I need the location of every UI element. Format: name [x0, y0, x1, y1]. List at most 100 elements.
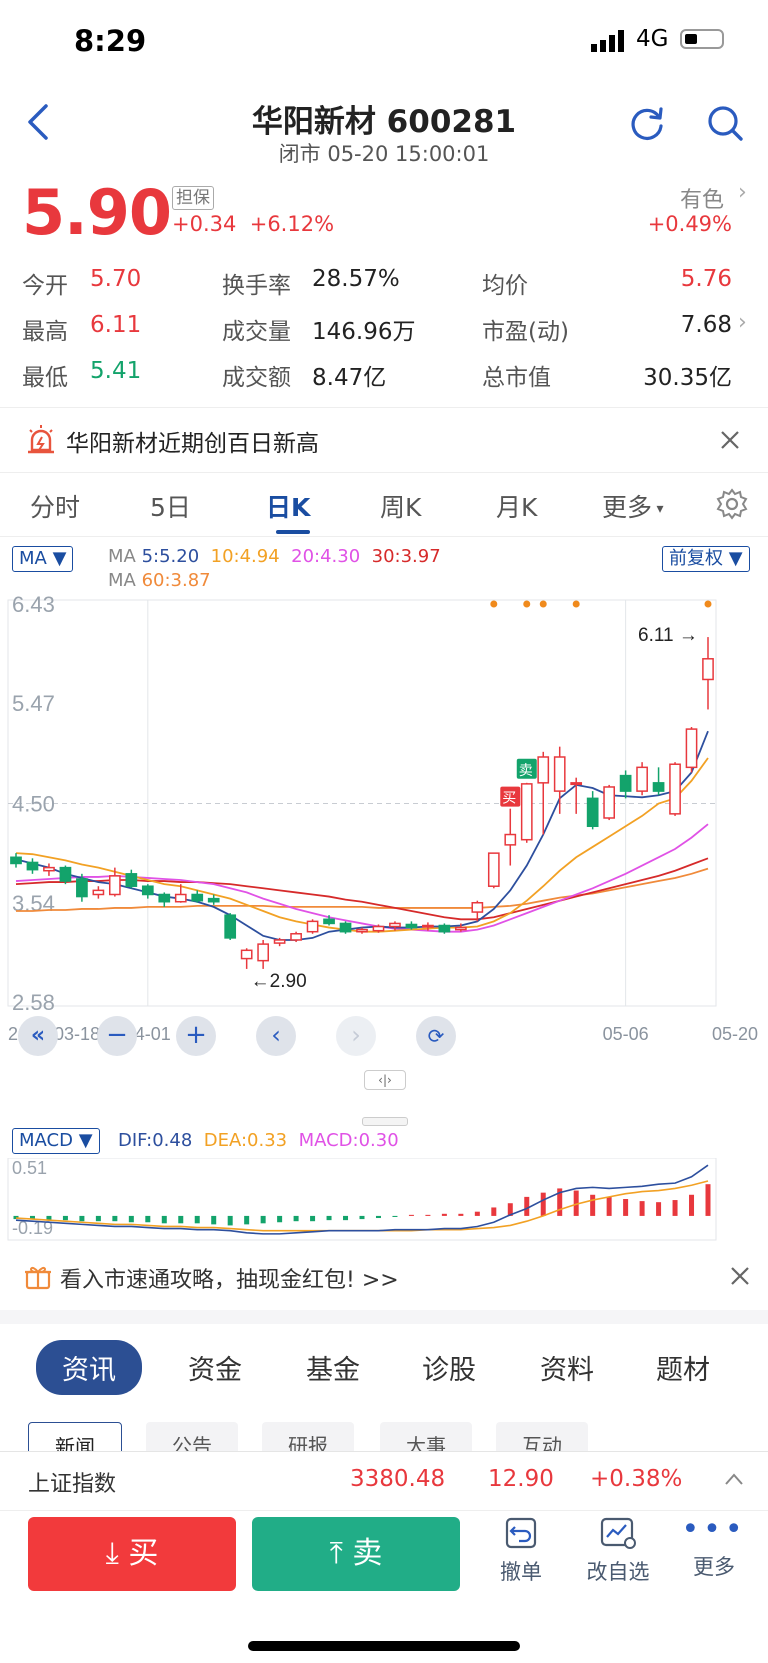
chevron-right-icon[interactable]: › [738, 180, 747, 205]
high-price-label: 6.11 → [638, 625, 698, 646]
ma10-line [15, 757, 709, 933]
tab-diagnose[interactable]: 诊股 [422, 1348, 476, 1387]
macd-bar [95, 1215, 101, 1222]
signal-text: 卖 [519, 763, 533, 779]
macd-bar [425, 1214, 431, 1216]
candle-body [405, 923, 418, 929]
candle-body [59, 866, 72, 882]
sector-link[interactable]: 有色 [680, 182, 724, 214]
caret-down-icon: ▼ [52, 548, 67, 569]
cancel-order-label: 撤单 [500, 1560, 542, 1584]
tab-funds-flow[interactable]: 资金 [188, 1348, 242, 1387]
promo-bar[interactable]: 看入市速通攻略，抽现金红包! >> [0, 1244, 768, 1308]
close-icon[interactable] [720, 430, 740, 450]
buy-button[interactable]: ⤓ 买 [28, 1517, 236, 1591]
stat-label: 最高 [22, 319, 68, 345]
action-bar: ⤓ 买 ⤒ 卖 撤单 改自选 ••• 更多 [0, 1510, 768, 1611]
more-button[interactable]: ••• 更多 [674, 1515, 754, 1581]
candle-body [669, 763, 681, 815]
stat-value: 7.68 [680, 312, 732, 338]
close-icon[interactable] [730, 1266, 750, 1286]
event-dot [572, 600, 580, 608]
candle-body [323, 918, 335, 925]
stat-value: 5.76 [680, 266, 732, 292]
section-divider [0, 1310, 768, 1324]
macd-bar [458, 1213, 464, 1216]
candle-body [174, 893, 187, 903]
candle-body [207, 897, 220, 903]
tab-fund[interactable]: 基金 [306, 1348, 360, 1387]
zoom-out-icon[interactable]: − [97, 1016, 137, 1056]
tab-theme[interactable]: 题材 [656, 1348, 710, 1387]
tab-intraday[interactable]: 分时 [30, 488, 80, 524]
macd-selector-label: MACD [19, 1130, 73, 1151]
sell-icon: ⤒ [329, 1536, 343, 1571]
tab-news-info[interactable]: 资讯 [36, 1340, 142, 1395]
rotate-icon[interactable]: ⟳ [416, 1016, 456, 1056]
caret-down-icon: ▼ [728, 548, 743, 569]
sell-button[interactable]: ⤒ 卖 [252, 1517, 460, 1591]
macd-bar [145, 1215, 151, 1223]
candle-body [339, 922, 352, 933]
candle-body [652, 782, 665, 792]
edit-watchlist-button[interactable]: 改自选 [578, 1515, 658, 1586]
notice-bar[interactable]: 华阳新材近期创百日新高 [0, 407, 768, 473]
candle-body [224, 914, 237, 939]
kline-tabs: 分时 5日 日K 周K 月K 更多 ▾ [0, 472, 768, 537]
y-tick-label: 5.47 [12, 691, 55, 716]
tab-profile[interactable]: 资料 [540, 1348, 594, 1387]
sector-percent: +0.49% [647, 212, 732, 236]
rewind-icon[interactable]: « [18, 1016, 58, 1056]
ma-prefix: MA [108, 546, 136, 567]
buy-signal: 买 [500, 786, 521, 807]
candle-body [471, 902, 484, 913]
zoom-in-icon[interactable]: + [176, 1016, 216, 1056]
stat-label: 换手率 [222, 273, 291, 299]
ma-selector-label: MA [19, 548, 47, 569]
cancel-order-button[interactable]: 撤单 [481, 1515, 561, 1586]
tab-more[interactable]: 更多 ▾ [602, 488, 664, 524]
macd-bar [293, 1215, 299, 1222]
ma5-value: 5:5.20 [141, 546, 200, 567]
tab-monthly-k[interactable]: 月K [496, 488, 537, 524]
macd-y-label: 0.51 [12, 1158, 47, 1178]
stat-value: 8.47亿 [312, 365, 387, 391]
candle-body [685, 728, 698, 769]
macd-bar [128, 1215, 134, 1223]
stat-label: 总市值 [482, 365, 551, 391]
stat-label: 均价 [482, 273, 528, 299]
y-tick-label: 4.50 [12, 792, 55, 817]
caret-down-icon: ▼ [78, 1130, 93, 1151]
macd-chart[interactable]: 0.51-0.19 [0, 1158, 768, 1242]
event-dot [523, 600, 531, 608]
panel-resize-handle[interactable] [362, 1117, 408, 1126]
tab-weekly-k[interactable]: 周K [380, 488, 421, 524]
status-time: 8:29 [74, 24, 147, 58]
chevron-right-icon[interactable]: › [738, 310, 747, 335]
index-change: 12.90 [488, 1466, 554, 1492]
macd-bar [79, 1215, 85, 1222]
candle-body [438, 924, 451, 933]
macd-bar [260, 1215, 266, 1224]
y-tick-label: 2.58 [12, 990, 55, 1015]
promo-text: 看入市速通攻略，抽现金红包! >> [60, 1268, 399, 1293]
notice-text: 华阳新材近期创百日新高 [66, 431, 319, 457]
scroll-right-icon[interactable]: › [336, 1016, 376, 1056]
drag-handle-icon[interactable]: ‹|› [364, 1070, 406, 1090]
candle-body [43, 866, 55, 872]
ma20-value: 20:4.30 [291, 546, 361, 567]
index-ticker[interactable]: 上证指数 3380.48 12.90 +0.38% [0, 1451, 768, 1510]
refresh-icon[interactable] [628, 104, 666, 142]
tab-5day[interactable]: 5日 [150, 488, 191, 524]
change-percent: +6.12% [249, 212, 335, 236]
adjust-selector[interactable]: 前复权 ▼ [662, 546, 750, 572]
event-dot [704, 600, 712, 608]
settings-icon[interactable] [716, 488, 748, 520]
search-icon[interactable] [706, 104, 744, 142]
tab-daily-k[interactable]: 日K [266, 488, 310, 524]
chevron-up-icon[interactable] [724, 1472, 744, 1486]
scroll-left-icon[interactable]: ‹ [256, 1016, 296, 1056]
ma-selector[interactable]: MA ▼ [12, 546, 74, 572]
candle-body [191, 893, 204, 902]
macd-selector[interactable]: MACD ▼ [12, 1128, 100, 1154]
